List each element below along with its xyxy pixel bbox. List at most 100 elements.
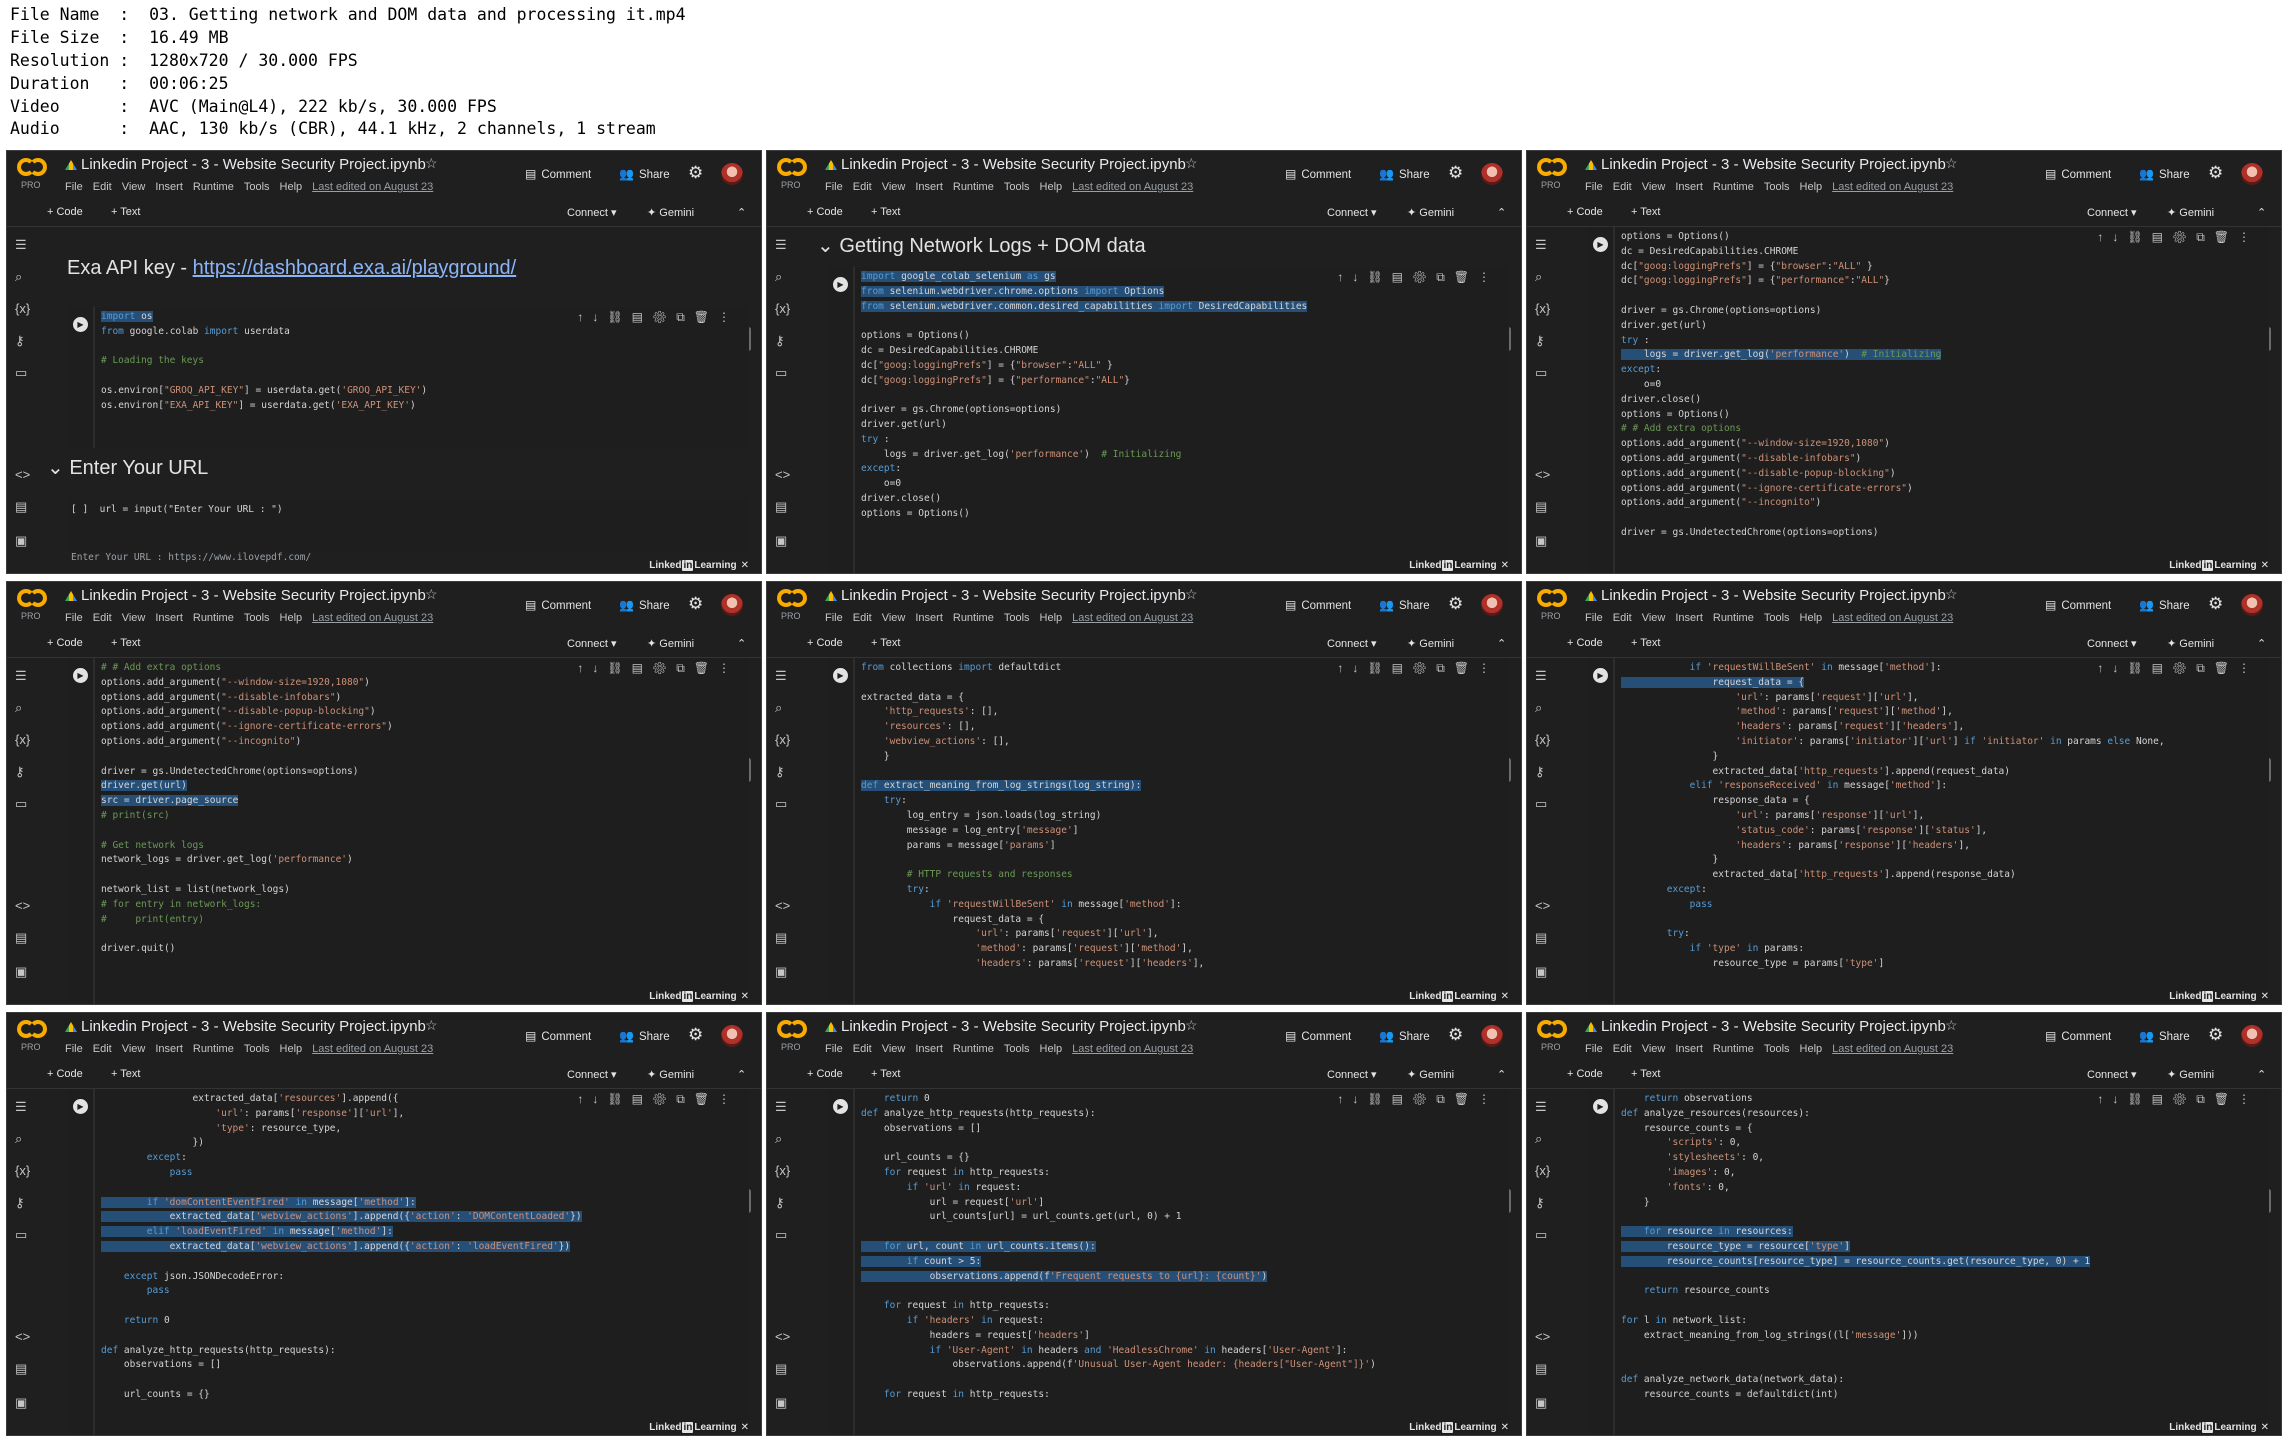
- menu-item-file[interactable]: File: [1585, 612, 1603, 624]
- menu-item-insert[interactable]: Insert: [915, 612, 943, 624]
- code-cell[interactable]: ▶ ↑↓⛓▤⚙⧉🗑⋮ return observations def analyze…: [1587, 1089, 2269, 1435]
- menu-item-tools[interactable]: Tools: [244, 612, 270, 624]
- notebook-title[interactable]: Linkedin Project - 3 - Website Security …: [1601, 587, 1946, 604]
- run-cell-button[interactable]: ▶: [1593, 1099, 1608, 1114]
- input-code-cell[interactable]: [ ] url = input("Enter Your URL : "): [67, 499, 749, 551]
- collapse-chevron-icon[interactable]: ⌃: [2257, 637, 2266, 650]
- menu-item-tools[interactable]: Tools: [1004, 181, 1030, 193]
- comment-icon[interactable]: ▤: [2152, 1092, 2172, 1106]
- share-button[interactable]: 👥 Share: [1379, 1029, 1430, 1043]
- more-icon[interactable]: ⋮: [1478, 270, 1499, 284]
- share-button[interactable]: 👥 Share: [619, 167, 670, 181]
- menu-item-view[interactable]: View: [1642, 181, 1666, 193]
- settings-gear-icon[interactable]: ⚙: [2208, 163, 2223, 183]
- secrets-key-icon[interactable]: ⚷: [15, 333, 25, 349]
- comment-icon[interactable]: ▤: [632, 310, 652, 324]
- close-icon[interactable]: ✕: [1501, 560, 1509, 571]
- more-icon[interactable]: ⋮: [2238, 1092, 2259, 1106]
- menu-item-view[interactable]: View: [122, 612, 146, 624]
- mirror-icon[interactable]: ⧉: [676, 310, 694, 324]
- menu-item-help[interactable]: Help: [1040, 612, 1063, 624]
- user-avatar[interactable]: [2241, 163, 2263, 185]
- menu-item-help[interactable]: Help: [280, 612, 303, 624]
- terminal-icon[interactable]: ▣: [15, 1395, 27, 1411]
- delete-icon[interactable]: 🗑: [694, 1092, 718, 1106]
- user-avatar[interactable]: [1481, 594, 1503, 616]
- settings-icon[interactable]: ⚙: [1412, 270, 1436, 284]
- run-cell-button[interactable]: ▶: [73, 1099, 88, 1114]
- star-icon[interactable]: ☆: [1185, 155, 1198, 172]
- move-down-icon[interactable]: ↓: [2112, 230, 2127, 244]
- comment-button[interactable]: ▤ Comment: [2045, 598, 2111, 612]
- comment-icon[interactable]: ▤: [632, 1092, 652, 1106]
- connect-button[interactable]: Connect ▾: [1327, 1068, 1377, 1081]
- move-up-icon[interactable]: ↑: [577, 310, 592, 324]
- toc-icon[interactable]: ☰: [775, 668, 787, 684]
- secrets-key-icon[interactable]: ⚷: [15, 1195, 25, 1211]
- link-icon[interactable]: ⛓: [2127, 230, 2151, 244]
- menu-item-insert[interactable]: Insert: [155, 612, 183, 624]
- close-icon[interactable]: ✕: [741, 1422, 749, 1433]
- last-edited-link[interactable]: Last edited on August 23: [312, 612, 433, 624]
- close-icon[interactable]: ✕: [2261, 991, 2269, 1002]
- more-icon[interactable]: ⋮: [2238, 661, 2259, 675]
- gemini-button[interactable]: ✦ Gemini: [1407, 206, 1454, 219]
- add-code-button[interactable]: + Code: [807, 1068, 843, 1080]
- more-icon[interactable]: ⋮: [2238, 230, 2259, 244]
- settings-icon[interactable]: ⚙: [2172, 230, 2196, 244]
- last-edited-link[interactable]: Last edited on August 23: [1832, 612, 1953, 624]
- star-icon[interactable]: ☆: [425, 586, 438, 603]
- settings-gear-icon[interactable]: ⚙: [1448, 163, 1463, 183]
- files-folder-icon[interactable]: ▭: [1535, 796, 1547, 812]
- star-icon[interactable]: ☆: [1185, 1017, 1198, 1034]
- menu-item-view[interactable]: View: [1642, 612, 1666, 624]
- settings-icon[interactable]: ⚙: [652, 661, 676, 675]
- exa-dashboard-link[interactable]: https://dashboard.exa.ai/playground/: [193, 257, 517, 279]
- settings-icon[interactable]: ⚙: [2172, 661, 2196, 675]
- colab-logo-icon[interactable]: [777, 589, 807, 611]
- link-icon[interactable]: ⛓: [607, 661, 631, 675]
- code-snippets-icon[interactable]: <>: [775, 467, 790, 482]
- menu-item-view[interactable]: View: [122, 1043, 146, 1055]
- settings-gear-icon[interactable]: ⚙: [1448, 1025, 1463, 1045]
- mirror-icon[interactable]: ⧉: [1436, 270, 1454, 284]
- add-text-button[interactable]: + Text: [1631, 206, 1660, 218]
- star-icon[interactable]: ☆: [1945, 586, 1958, 603]
- menu-item-runtime[interactable]: Runtime: [953, 1043, 994, 1055]
- add-code-button[interactable]: + Code: [1567, 637, 1603, 649]
- search-icon[interactable]: ⌕: [15, 269, 22, 285]
- menu-item-insert[interactable]: Insert: [915, 181, 943, 193]
- settings-icon[interactable]: ⚙: [1412, 1092, 1436, 1106]
- code-snippets-icon[interactable]: <>: [15, 1329, 30, 1344]
- mirror-icon[interactable]: ⧉: [2196, 661, 2214, 675]
- user-avatar[interactable]: [1481, 163, 1503, 185]
- gemini-button[interactable]: ✦ Gemini: [2167, 1068, 2214, 1081]
- menu-item-tools[interactable]: Tools: [1764, 612, 1790, 624]
- colab-logo-icon[interactable]: [17, 158, 47, 180]
- menu-item-edit[interactable]: Edit: [93, 181, 112, 193]
- last-edited-link[interactable]: Last edited on August 23: [1072, 1043, 1193, 1055]
- move-up-icon[interactable]: ↑: [2097, 230, 2112, 244]
- menu-item-edit[interactable]: Edit: [1613, 612, 1632, 624]
- toc-icon[interactable]: ☰: [15, 668, 27, 684]
- settings-icon[interactable]: ⚙: [1412, 661, 1436, 675]
- run-cell-button[interactable]: ▶: [1593, 668, 1608, 683]
- code-cell[interactable]: ▶ ↑↓⛓▤⚙⧉🗑⋮ return 0 def analyze_http_reque…: [827, 1089, 1509, 1435]
- code-snippets-icon[interactable]: <>: [15, 467, 30, 482]
- comment-button[interactable]: ▤ Comment: [2045, 167, 2111, 181]
- move-up-icon[interactable]: ↑: [2097, 1092, 2112, 1106]
- colab-logo-icon[interactable]: [17, 589, 47, 611]
- link-icon[interactable]: ⛓: [607, 310, 631, 324]
- menu-item-tools[interactable]: Tools: [1764, 181, 1790, 193]
- menu-item-insert[interactable]: Insert: [1675, 612, 1703, 624]
- close-icon[interactable]: ✕: [2261, 1422, 2269, 1433]
- collapse-chevron-icon[interactable]: ⌃: [737, 637, 746, 650]
- variables-icon[interactable]: {x}: [775, 1163, 790, 1178]
- user-avatar[interactable]: [2241, 1025, 2263, 1047]
- connect-button[interactable]: Connect ▾: [567, 206, 617, 219]
- connect-button[interactable]: Connect ▾: [2087, 1068, 2137, 1081]
- collapse-chevron-icon[interactable]: ⌃: [1497, 1068, 1506, 1081]
- move-up-icon[interactable]: ↑: [1337, 270, 1352, 284]
- files-folder-icon[interactable]: ▭: [15, 1227, 27, 1243]
- settings-gear-icon[interactable]: ⚙: [688, 163, 703, 183]
